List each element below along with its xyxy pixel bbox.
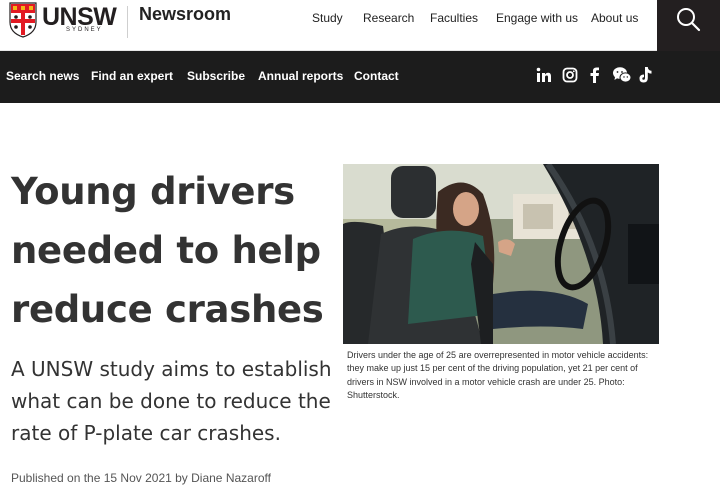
caption-line: they make up just 15 per cent of the dri… <box>347 363 638 374</box>
unsw-logo[interactable]: UNSW SYDNEY <box>9 2 119 42</box>
article-byline: Published on the 15 Nov 2021 by Diane Na… <box>11 471 271 485</box>
site-header: UNSW SYDNEY Newsroom Study Research Facu… <box>0 0 720 51</box>
article-standfirst: A UNSW study aims to establish what can … <box>11 353 341 449</box>
photo-young-driver-seatbelt <box>343 164 659 344</box>
nav-annual-reports[interactable]: Annual reports <box>258 69 343 83</box>
article-photo <box>343 164 659 344</box>
standfirst-line: what can be done to reduce the <box>11 389 331 413</box>
image-caption: Drivers under the age of 25 are overrepr… <box>347 349 657 402</box>
article-headline: Young drivers needed to help reduce cras… <box>11 162 331 339</box>
headline-line: needed to help <box>11 229 321 272</box>
site-title[interactable]: Newsroom <box>139 4 231 25</box>
instagram-icon[interactable] <box>562 65 578 85</box>
nav-find-expert[interactable]: Find an expert <box>91 69 173 83</box>
unsw-crest-icon <box>9 2 37 38</box>
secondary-nav: Search news Find an expert Subscribe Ann… <box>0 51 720 103</box>
logo-subtext: SYDNEY <box>66 27 103 33</box>
standfirst-line: A UNSW study aims to establish <box>11 357 332 381</box>
tiktok-icon[interactable] <box>637 65 653 85</box>
standfirst-line: rate of P-plate car crashes. <box>11 421 281 445</box>
top-nav-research[interactable]: Research <box>363 11 414 25</box>
caption-line: drivers in NSW involved in a motor vehic… <box>347 376 625 387</box>
headline-line: Young drivers <box>11 170 295 213</box>
top-nav-about[interactable]: About us <box>591 11 638 25</box>
nav-subscribe[interactable]: Subscribe <box>187 69 245 83</box>
caption-line: Shutterstock. <box>347 389 400 400</box>
search-button[interactable] <box>657 0 720 51</box>
caption-line: Drivers under the age of 25 are overrepr… <box>347 350 649 360</box>
facebook-icon[interactable] <box>589 65 601 85</box>
headline-line: reduce crashes <box>11 288 324 331</box>
top-nav-faculties[interactable]: Faculties <box>430 11 478 25</box>
top-nav-study[interactable]: Study <box>312 11 343 25</box>
nav-search-news[interactable]: Search news <box>6 69 79 83</box>
nav-contact[interactable]: Contact <box>354 69 399 83</box>
header-divider <box>127 6 128 38</box>
top-nav-engage[interactable]: Engage with us <box>496 11 578 25</box>
wechat-icon[interactable] <box>612 65 632 85</box>
search-icon <box>677 8 701 32</box>
linkedin-icon[interactable] <box>536 65 552 85</box>
